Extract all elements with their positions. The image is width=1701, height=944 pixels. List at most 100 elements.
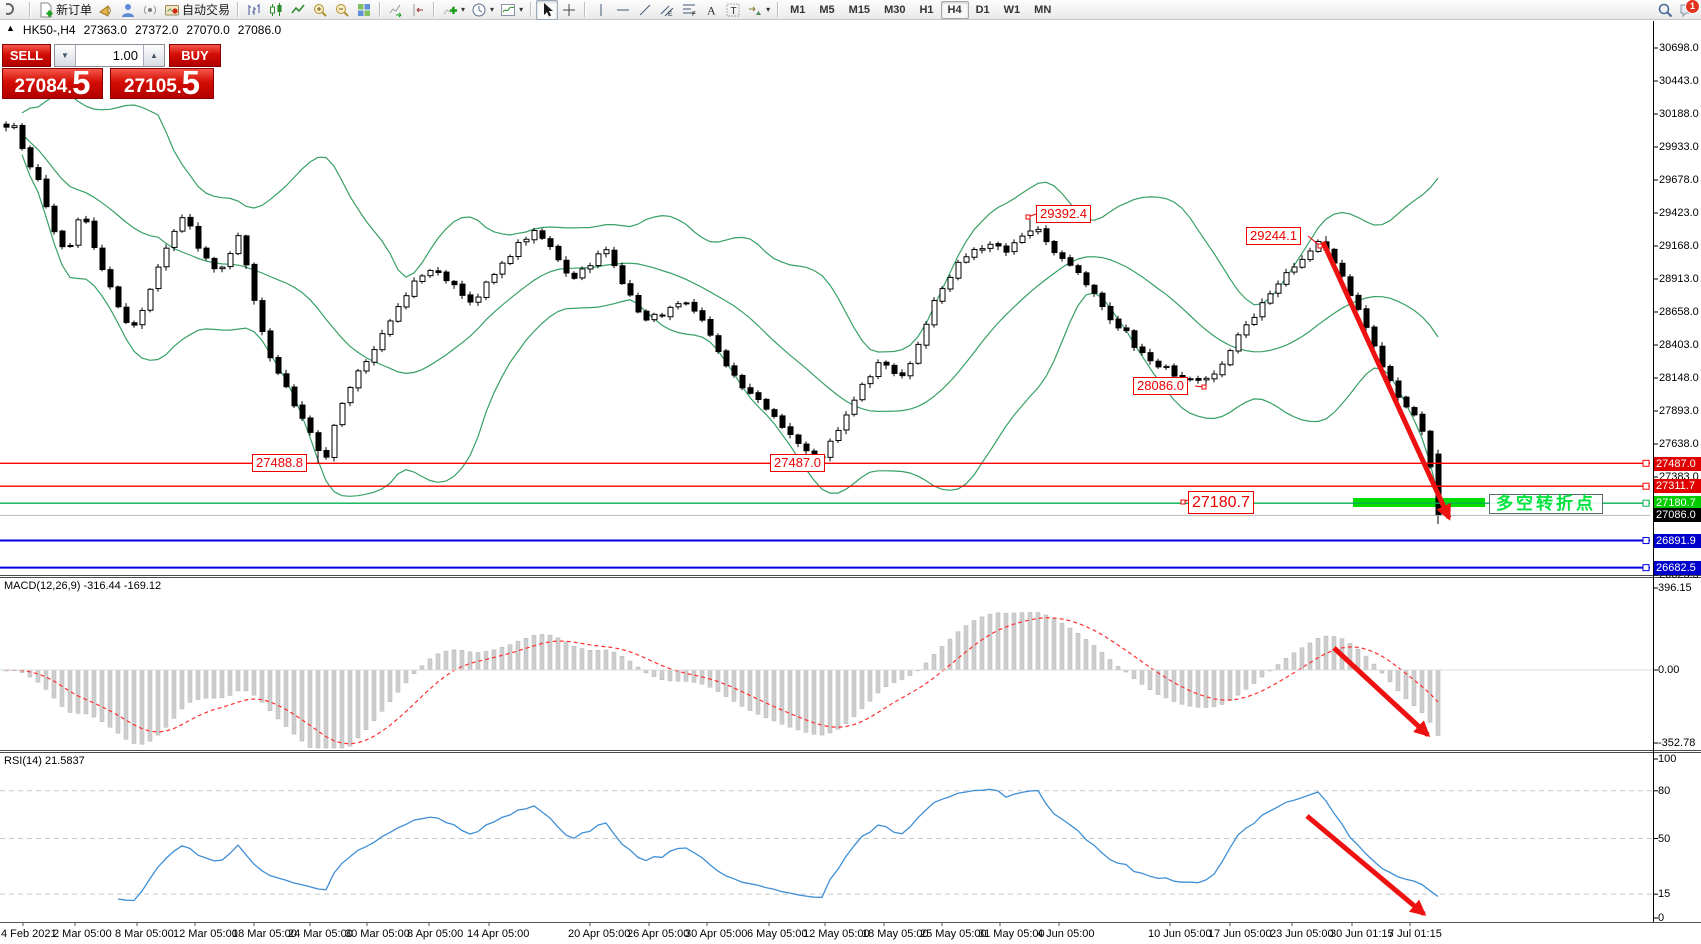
arrows-button[interactable]: ▾ [744, 0, 773, 20]
search-button[interactable] [1654, 0, 1676, 20]
fibonacci-button[interactable]: F [678, 0, 700, 20]
macd-bar [1172, 670, 1176, 702]
horizontal-line-button[interactable] [612, 0, 634, 20]
annotation-anchor[interactable] [1318, 244, 1322, 248]
macd-bar [740, 670, 744, 706]
signal-icon[interactable] [139, 0, 161, 20]
trendline-button[interactable] [634, 0, 656, 20]
new-order-button[interactable]: 新订单 [35, 0, 95, 20]
toolbar-separator [237, 2, 239, 17]
macd-bar [940, 646, 944, 670]
line-handle[interactable] [1643, 500, 1649, 506]
line-chart-button[interactable] [287, 0, 309, 20]
candle-body [988, 244, 993, 248]
candle-body [916, 344, 921, 363]
periods-icon [471, 2, 487, 18]
label-button[interactable]: T [722, 0, 744, 20]
candle-body [540, 231, 545, 239]
macd-bar [1244, 670, 1248, 689]
notifications-button[interactable]: 1 [1676, 0, 1698, 20]
expert-advisor-icon[interactable] [117, 0, 139, 20]
line-handle[interactable] [1643, 483, 1649, 489]
buy-price[interactable]: 27105.5 [110, 68, 214, 99]
chart-shift-icon [410, 2, 426, 18]
indicators-button[interactable]: ▾ [439, 0, 468, 20]
annotation-anchor[interactable] [1181, 500, 1185, 504]
annotation-anchor[interactable] [1026, 215, 1030, 219]
macd-bar [268, 670, 272, 711]
periods-button[interactable]: ▾ [468, 0, 497, 20]
chart-canvas[interactable] [0, 0, 1701, 944]
candle-body [268, 331, 273, 358]
chevron-down-icon: ▾ [519, 5, 523, 14]
timeframe-button-mn[interactable]: MN [1027, 1, 1058, 19]
timeframe-button-h4[interactable]: H4 [941, 1, 969, 19]
macd-bar [580, 649, 584, 670]
crosshair-icon [561, 2, 577, 18]
volume-decrease-button[interactable]: ▼ [55, 45, 76, 66]
vertical-line-button[interactable] [590, 0, 612, 20]
crosshair-button[interactable] [558, 0, 580, 20]
zoom-out-button[interactable] [331, 0, 353, 20]
zoom-in-button[interactable] [309, 0, 331, 20]
macd-bar [484, 651, 488, 670]
macd-bar [1148, 670, 1152, 690]
candle-body [1396, 381, 1401, 397]
macd-bar [428, 659, 432, 670]
timeframe-button-w1[interactable]: W1 [997, 1, 1028, 19]
candle-body [220, 267, 225, 268]
candle-body [1252, 317, 1257, 324]
text-button[interactable]: A [700, 0, 722, 20]
macd-bar [1100, 652, 1104, 670]
indicators-icon [442, 2, 458, 18]
trend-arrow-main[interactable] [1323, 242, 1449, 518]
line-handle[interactable] [1643, 538, 1649, 544]
auto-scroll-button[interactable] [385, 0, 407, 20]
timeframe-button-h1[interactable]: H1 [912, 1, 940, 19]
line-handle[interactable] [1643, 460, 1649, 466]
macd-bar [764, 670, 768, 718]
candle-body [212, 258, 217, 268]
macd-bar [132, 670, 136, 744]
megaphone-icon[interactable] [95, 0, 117, 20]
candle-body [1100, 293, 1105, 306]
tile-windows-button[interactable] [353, 0, 375, 20]
candle-chart-button[interactable] [265, 0, 287, 20]
chart-shift-button[interactable] [407, 0, 429, 20]
candle-body [1300, 259, 1305, 267]
candle-body [420, 276, 425, 282]
line-handle[interactable] [1643, 565, 1649, 571]
candle-body [476, 297, 481, 302]
timeframe-button-m5[interactable]: M5 [812, 1, 841, 19]
cursor-button[interactable] [536, 0, 558, 20]
macd-bar [540, 634, 544, 670]
timeframe-button-m15[interactable]: M15 [842, 1, 877, 19]
candle-body [180, 218, 185, 231]
annotation-anchor[interactable] [1202, 385, 1206, 389]
candle-body [332, 425, 337, 457]
equidistant-channel-button[interactable]: E [656, 0, 678, 20]
macd-bar [1428, 670, 1432, 722]
toolbar-separator [379, 2, 381, 17]
macd-bar [772, 670, 776, 721]
timeframe-button-m30[interactable]: M30 [877, 1, 912, 19]
candle-body [668, 307, 673, 316]
trend-arrow-rsi[interactable] [1307, 816, 1424, 914]
macd-bar [1260, 670, 1264, 677]
sell-button[interactable]: SELL [2, 44, 51, 67]
sell-price[interactable]: 27084.5 [2, 68, 103, 99]
timeframe-button-m1[interactable]: M1 [783, 1, 812, 19]
autotrade-button[interactable]: 自动交易 [161, 0, 233, 20]
templates-button[interactable]: ▾ [497, 0, 526, 20]
candle-body [20, 125, 25, 148]
volume-stepper[interactable]: ▼ 1.00 ▲ [54, 44, 165, 67]
macd-bar [668, 670, 672, 681]
candle-body [1180, 375, 1185, 378]
candle-body [812, 451, 817, 456]
bar-chart-button[interactable] [243, 0, 265, 20]
timeframe-button-d1[interactable]: D1 [969, 1, 997, 19]
toolbar-separator [584, 2, 586, 17]
volume-increase-button[interactable]: ▲ [143, 45, 164, 66]
volume-input[interactable]: 1.00 [76, 45, 143, 66]
candle-body [828, 441, 833, 457]
